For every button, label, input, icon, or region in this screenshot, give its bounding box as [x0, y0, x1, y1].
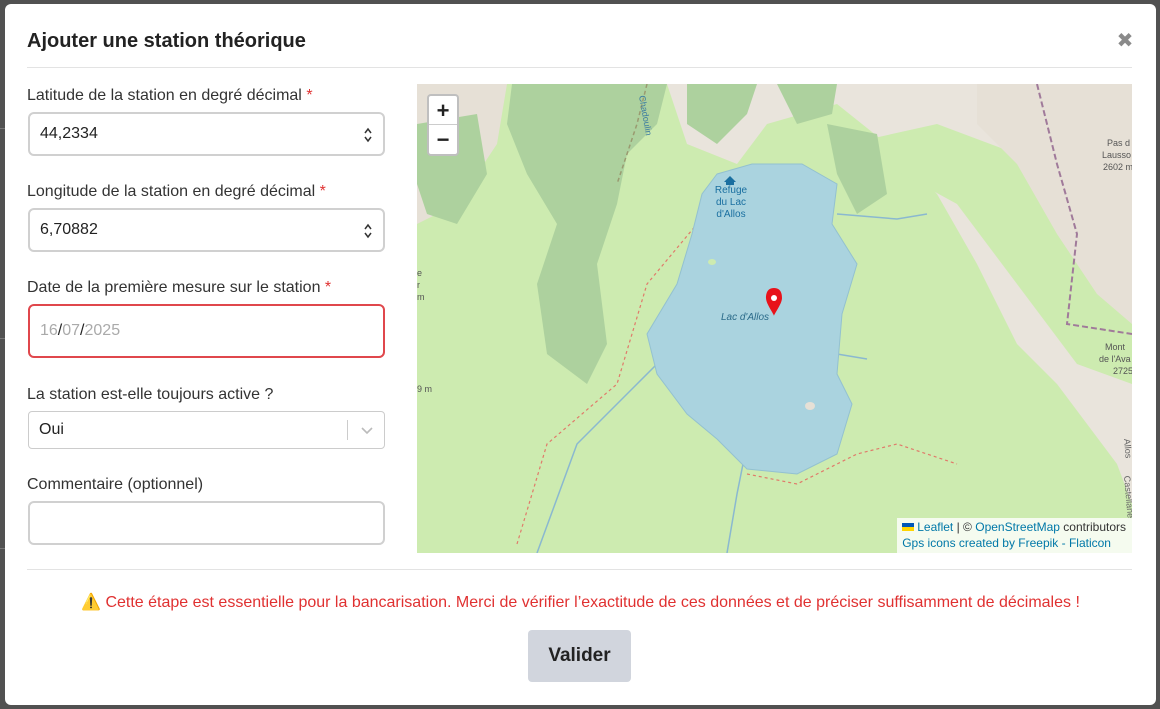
longitude-label: Longitude de la station en degré décimal…: [27, 183, 326, 201]
ukraine-flag-icon: [902, 523, 915, 531]
active-label: La station est-elle toujours active ?: [27, 386, 274, 403]
map-label-mont-1: Mont: [1105, 342, 1126, 352]
date-year: 2025: [84, 322, 121, 339]
date-label-text: Date de la première mesure sur le statio…: [27, 279, 321, 296]
map-label-pas-3: 2602 m: [1103, 162, 1132, 172]
comment-input[interactable]: [28, 501, 385, 545]
map-label-edge-2: r: [417, 280, 420, 290]
latitude-input[interactable]: 44,2334: [28, 112, 385, 156]
number-spinner-icon[interactable]: [363, 126, 373, 144]
map-attribution: Leaflet | © OpenStreetMap contributors G…: [897, 518, 1132, 553]
map-label-edge-4: 9 m: [417, 384, 432, 394]
longitude-label-text: Longitude de la station en degré décimal: [27, 183, 316, 200]
flaticon-link[interactable]: Gps icons created by Freepik - Flaticon: [902, 536, 1111, 550]
number-spinner-icon[interactable]: [363, 222, 373, 240]
close-icon[interactable]: ✖: [1116, 31, 1134, 51]
date-label: Date de la première mesure sur le statio…: [27, 279, 331, 297]
map-label-mont-3: 2725: [1113, 366, 1132, 376]
map-tiles: Refuge du Lac d'Allos Lac d'Allos Pas d …: [417, 84, 1132, 553]
map-label-refuge-1: Refuge: [715, 185, 748, 196]
modal-title: Ajouter une station théorique: [27, 30, 306, 52]
chevron-down-icon[interactable]: [360, 423, 374, 437]
date-input[interactable]: 16/07/2025: [28, 304, 385, 358]
active-selected-value: Oui: [39, 421, 64, 438]
osm-link[interactable]: OpenStreetMap: [975, 520, 1060, 534]
zoom-control: + −: [427, 94, 459, 156]
warning-message: ⚠️ Cette étape est essentielle pour la b…: [5, 592, 1156, 612]
map[interactable]: Refuge du Lac d'Allos Lac d'Allos Pas d …: [417, 84, 1132, 553]
required-mark: *: [324, 279, 332, 296]
map-label-pas-2: Lausso: [1102, 150, 1131, 160]
attribution-contributors: contributors: [1063, 520, 1126, 534]
map-label-edge-1: e: [417, 268, 422, 278]
comment-label: Commentaire (optionnel): [27, 476, 204, 493]
longitude-value: 6,70882: [40, 221, 98, 238]
map-label-edge-3: m: [417, 292, 425, 302]
active-select[interactable]: Oui: [28, 411, 385, 449]
map-label-mont-2: de l'Ava: [1099, 354, 1131, 364]
required-mark: *: [306, 87, 313, 104]
map-label-refuge-3: d'Allos: [716, 209, 745, 220]
date-month: 07: [62, 322, 81, 339]
map-label-allos: Allos: [1122, 438, 1132, 459]
warning-text: Cette étape est essentielle pour la banc…: [105, 594, 1080, 611]
latitude-value: 44,2334: [40, 125, 98, 142]
map-label-lake: Lac d'Allos: [721, 312, 769, 323]
select-divider: [347, 420, 348, 440]
latitude-label-text: Latitude de la station en degré décimal: [27, 87, 302, 104]
attribution-separator: | ©: [956, 520, 972, 534]
longitude-input[interactable]: 6,70882: [28, 208, 385, 252]
map-label-pas-1: Pas d: [1107, 138, 1130, 148]
validate-button[interactable]: Valider: [528, 630, 631, 682]
divider: [27, 569, 1132, 570]
map-label-refuge-2: du Lac: [716, 197, 746, 208]
zoom-in-button[interactable]: +: [429, 96, 457, 125]
warning-icon: ⚠️: [81, 594, 101, 611]
add-station-modal: Ajouter une station théorique ✖ Latitude…: [5, 4, 1156, 705]
date-day: 16: [40, 322, 58, 339]
latitude-label: Latitude de la station en degré décimal …: [27, 87, 313, 105]
required-mark: *: [319, 183, 326, 200]
leaflet-link[interactable]: Leaflet: [917, 520, 953, 534]
zoom-out-button[interactable]: −: [429, 125, 457, 154]
divider: [27, 67, 1132, 68]
